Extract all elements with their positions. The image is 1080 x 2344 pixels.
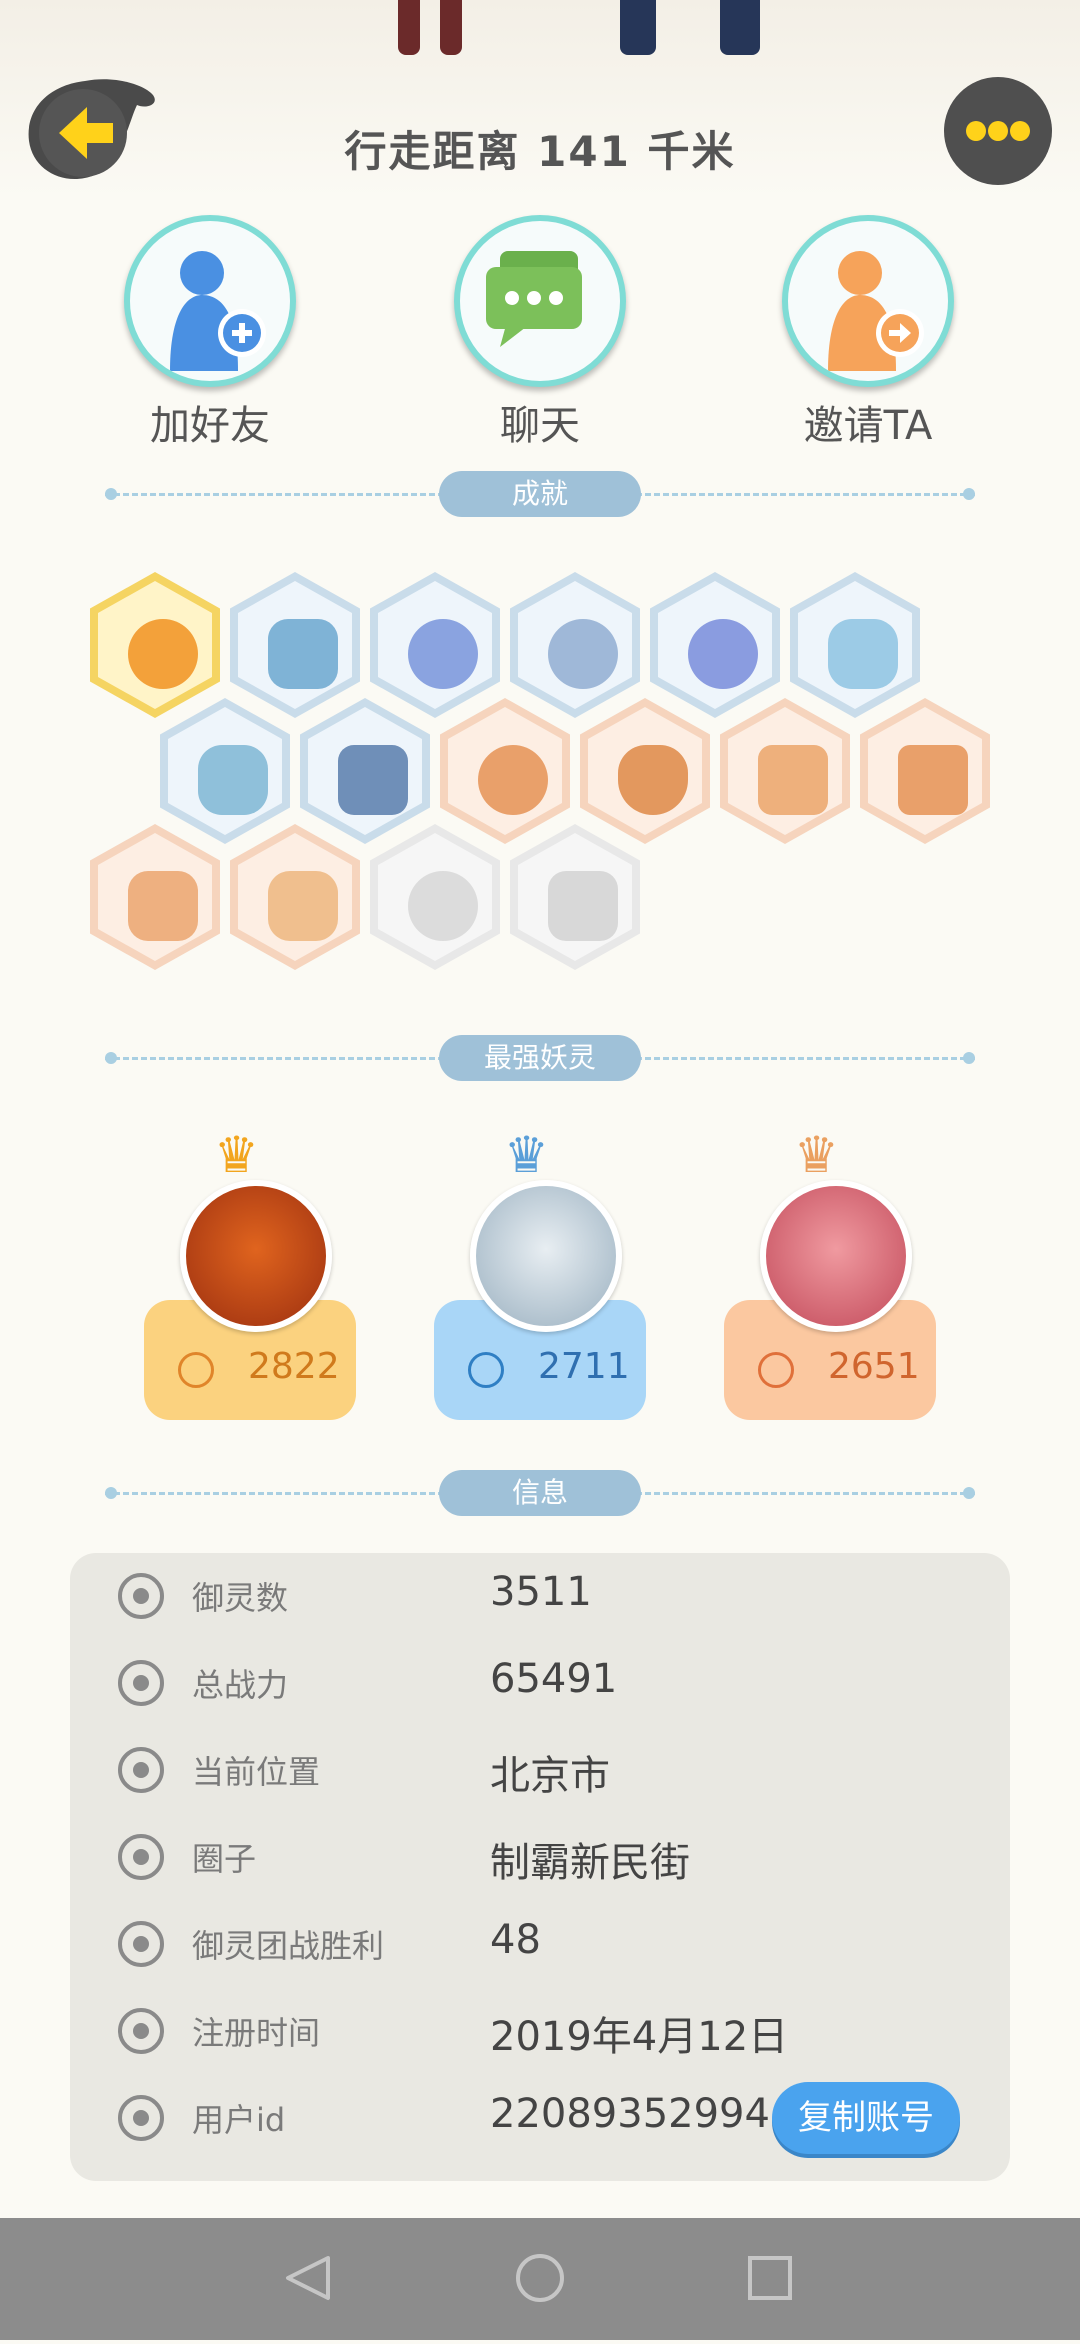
strongest-title: 最强妖灵 [439, 1035, 641, 1081]
elf-power: 2711 [538, 1346, 630, 1387]
home-nav-icon[interactable] [516, 2254, 564, 2302]
elf-power: 2651 [828, 1346, 920, 1387]
info-key: 御灵数 [192, 1579, 289, 1617]
add-friend-icon [124, 215, 296, 387]
power-icon [758, 1352, 794, 1388]
chat-icon [454, 215, 626, 387]
info-divider: 信息 [105, 1470, 975, 1516]
info-value: 北京市 [490, 1753, 610, 1799]
blue-crown-icon: ♛ [504, 1126, 549, 1184]
strongest-divider: 最强妖灵 [105, 1035, 975, 1081]
info-key: 御灵团战胜利 [192, 1927, 385, 1965]
elf-avatar [760, 1180, 912, 1332]
achievement-badge[interactable] [370, 824, 500, 970]
achievement-badge[interactable] [230, 572, 360, 718]
info-key: 用户id [192, 2101, 286, 2139]
info-row-circle[interactable]: 圈子 制霸新民街 [70, 1814, 1010, 1901]
location-icon [118, 1747, 164, 1793]
gold-crown-icon: ♛ [214, 1126, 259, 1184]
achievement-badge[interactable] [90, 572, 220, 718]
info-value: 3511 [490, 1569, 592, 1615]
orange-crown-icon: ♛ [794, 1126, 839, 1184]
achievements-title: 成就 [439, 471, 641, 517]
info-row-total-power: 总战力 65491 [70, 1640, 1010, 1727]
anchor-icon [118, 1921, 164, 1967]
info-row-location: 当前位置 北京市 [70, 1727, 1010, 1814]
invite-label: 邀请TA [803, 403, 933, 449]
info-key: 注册时间 [192, 2014, 321, 2052]
system-nav-bar [0, 2218, 1080, 2340]
info-key: 圈子 [192, 1840, 257, 1878]
sword-icon [118, 1660, 164, 1706]
invite-button[interactable]: 邀请TA [748, 215, 988, 451]
info-value: 48 [490, 1917, 541, 1963]
info-row-spirit-count: 御灵数 3511 [70, 1553, 1010, 1640]
elf-avatar [180, 1180, 332, 1332]
achievement-badge[interactable] [370, 572, 500, 718]
info-value: 22089352994 [490, 2091, 770, 2137]
achievement-badge[interactable] [580, 698, 710, 844]
invite-icon [782, 215, 954, 387]
achievement-badge[interactable] [860, 698, 990, 844]
achievement-badge[interactable] [160, 698, 290, 844]
achievement-badge[interactable] [300, 698, 430, 844]
add-friend-button[interactable]: 加好友 [90, 215, 330, 451]
elf-card-2[interactable]: ♛ 2711 [434, 1130, 646, 1420]
achievement-badge[interactable] [230, 824, 360, 970]
power-icon [468, 1352, 504, 1388]
achievement-badge[interactable] [440, 698, 570, 844]
elf-power: 2822 [248, 1346, 340, 1387]
info-value: 2019年4月12日 [490, 2014, 789, 2060]
achievement-badge[interactable] [510, 824, 640, 970]
elf-card-1[interactable]: ♛ 2822 [144, 1130, 356, 1420]
info-title: 信息 [439, 1470, 641, 1516]
back-nav-icon[interactable] [286, 2256, 330, 2300]
more-dots-icon [944, 77, 1052, 185]
info-key: 当前位置 [192, 1753, 321, 1791]
info-key: 总战力 [192, 1666, 289, 1704]
chat-button[interactable]: 聊天 [420, 215, 660, 451]
info-panel: 御灵数 3511 总战力 65491 当前位置 北京市 圈子 制霸新民街 御灵团… [70, 1553, 1010, 2181]
walk-distance: 行走距离 141 千米 [344, 127, 736, 176]
add-friend-label: 加好友 [150, 403, 270, 449]
power-icon [178, 1352, 214, 1388]
id-card-icon [118, 2095, 164, 2141]
achievement-badge[interactable] [510, 572, 640, 718]
info-row-team-wins: 御灵团战胜利 48 [70, 1901, 1010, 1988]
chat-label: 聊天 [500, 403, 580, 449]
achievements-divider: 成就 [105, 471, 975, 517]
clock-icon [118, 2008, 164, 2054]
achievement-badge[interactable] [650, 572, 780, 718]
copy-account-button[interactable]: 复制账号 [772, 2082, 960, 2154]
info-value: 制霸新民街 [490, 1840, 690, 1886]
recents-nav-icon[interactable] [748, 2256, 792, 2300]
achievement-badge[interactable] [720, 698, 850, 844]
elf-avatar [470, 1180, 622, 1332]
achievement-badge[interactable] [790, 572, 920, 718]
achievement-badge[interactable] [90, 824, 220, 970]
character-left-legs [390, 0, 490, 60]
more-button[interactable] [942, 75, 1054, 187]
elf-card-3[interactable]: ♛ 2651 [724, 1130, 936, 1420]
circle-icon [118, 1834, 164, 1880]
info-value: 65491 [490, 1656, 618, 1702]
spirit-count-icon [118, 1573, 164, 1619]
info-row-register-time: 注册时间 2019年4月12日 [70, 1988, 1010, 2075]
character-right-legs [615, 0, 760, 60]
